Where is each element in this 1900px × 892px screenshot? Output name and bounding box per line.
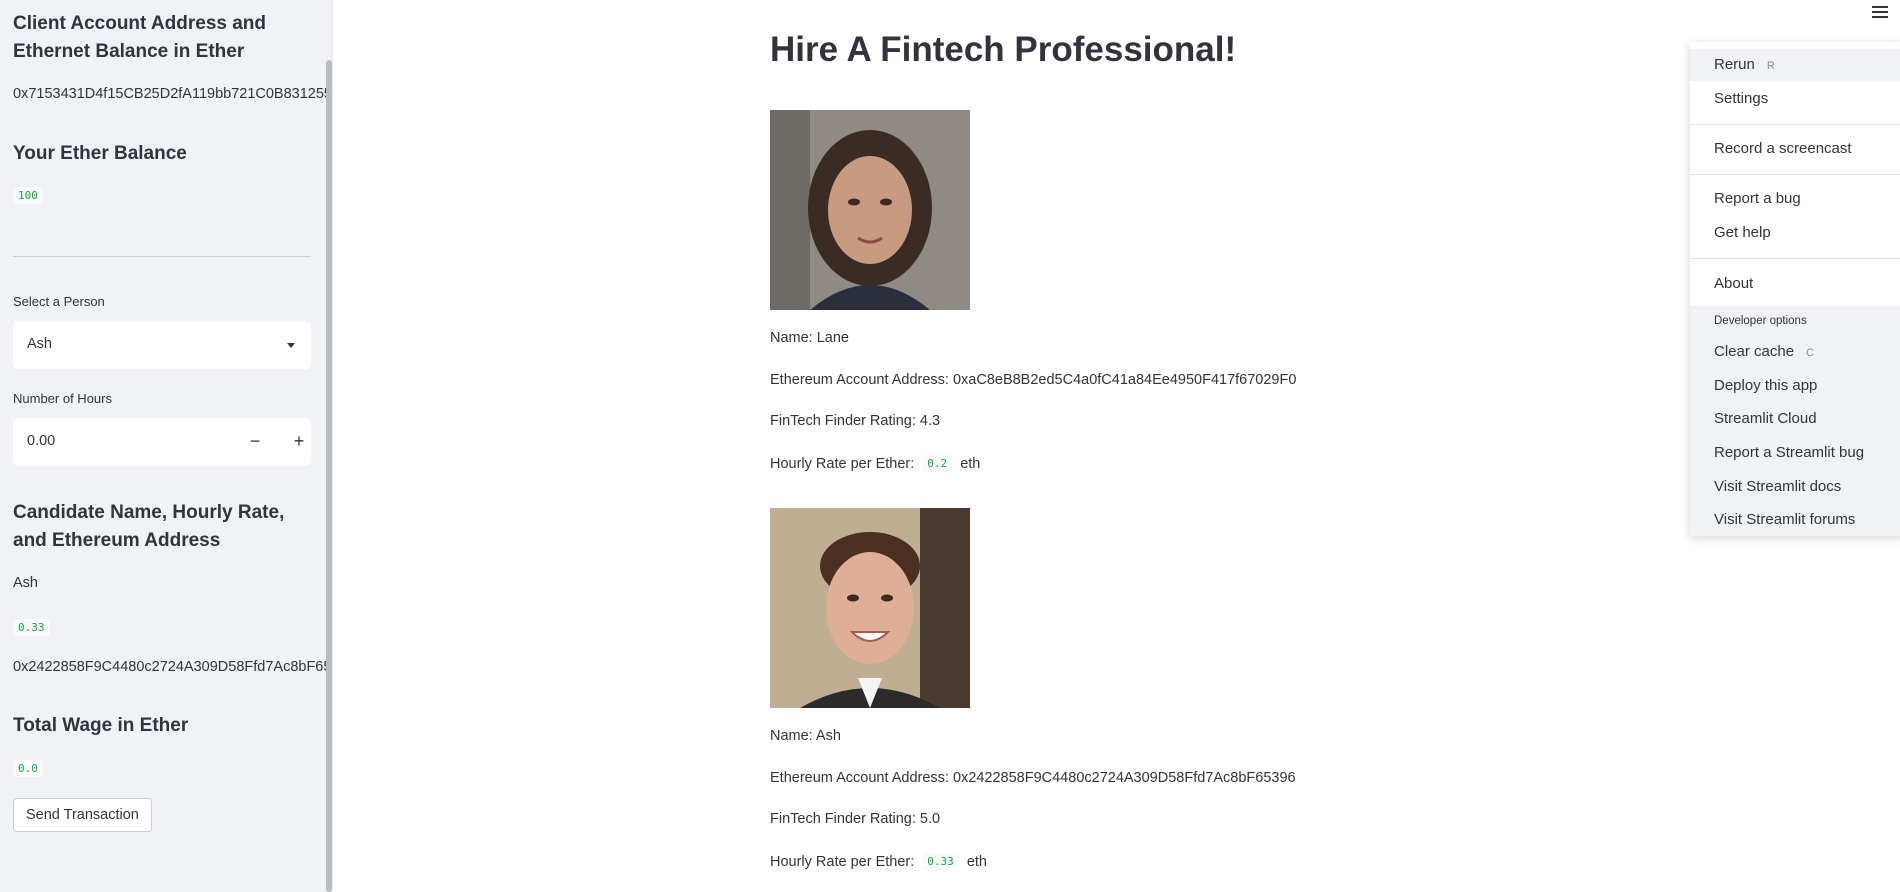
total-wage-wrap: 0.0 bbox=[13, 759, 43, 777]
total-wage-value: 0.0 bbox=[13, 760, 43, 777]
candidate-address: 0x2422858F9C4480c2724A309D58Ffd7Ac8bF653… bbox=[13, 659, 333, 675]
send-transaction-button[interactable]: Send Transaction bbox=[13, 798, 152, 832]
sidebar: Client Account Address and Ethernet Bala… bbox=[0, 0, 333, 892]
menu-item-about[interactable]: About bbox=[1690, 268, 1900, 300]
app-root: Client Account Address and Ethernet Bala… bbox=[0, 0, 1900, 892]
candidate-name-lane: Name: Lane bbox=[770, 330, 849, 346]
candidate-name: Ash bbox=[13, 575, 38, 591]
page-title: Hire A Fintech Professional! bbox=[770, 30, 1237, 69]
shortcut-key: R bbox=[1766, 60, 1775, 72]
sidebar-scrollbar[interactable] bbox=[326, 60, 332, 892]
candidate-heading: Candidate Name, Hourly Rate, and Ethereu… bbox=[13, 502, 285, 551]
rate-prefix: Hourly Rate per Ether: bbox=[770, 456, 915, 472]
chevron-down-icon bbox=[287, 343, 295, 348]
developer-options-caption: Developer options bbox=[1714, 315, 1807, 327]
shortcut-key: C bbox=[1806, 347, 1814, 359]
balance-heading: Your Ether Balance bbox=[13, 143, 187, 164]
menu-item-forums[interactable]: Visit Streamlit forums bbox=[1690, 504, 1900, 536]
rate-value: 0.33 bbox=[922, 853, 959, 870]
candidate-name-ash: Name: Ash bbox=[770, 728, 841, 744]
main-menu-dropdown: Rerun R Settings Record a screencast Repo… bbox=[1690, 42, 1900, 536]
decrement-button[interactable]: − bbox=[243, 430, 267, 454]
candidate-address-ash: Ethereum Account Address: 0x2422858F9C44… bbox=[770, 770, 1296, 786]
menu-item-label: Clear cache bbox=[1714, 343, 1795, 360]
candidate-rate-row-ash: Hourly Rate per Ether: 0.33 eth bbox=[770, 853, 987, 870]
select-person-dropdown[interactable]: Ash bbox=[13, 321, 311, 369]
menu-item-streamlit-cloud[interactable]: Streamlit Cloud bbox=[1690, 403, 1900, 435]
rate-prefix: Hourly Rate per Ether: bbox=[770, 854, 915, 870]
balance-value-wrap: 100 bbox=[13, 186, 43, 204]
sidebar-divider bbox=[13, 256, 311, 257]
menu-item-get-help[interactable]: Get help bbox=[1690, 217, 1900, 249]
select-person-value: Ash bbox=[27, 336, 52, 352]
candidate-rate: 0.33 bbox=[13, 619, 50, 636]
menu-item-report-bug[interactable]: Report a bug bbox=[1690, 183, 1900, 215]
menu-divider bbox=[1690, 174, 1900, 175]
candidate-address-lane: Ethereum Account Address: 0xaC8eB8B2ed5C… bbox=[770, 372, 1297, 388]
menu-item-clear-cache[interactable]: Clear cache C bbox=[1690, 336, 1900, 368]
candidate-rating-ash: FinTech Finder Rating: 5.0 bbox=[770, 811, 941, 827]
menu-item-label: Rerun bbox=[1714, 56, 1755, 73]
total-wage-heading: Total Wage in Ether bbox=[13, 715, 189, 736]
client-account-heading: Client Account Address and Ethernet Bala… bbox=[13, 13, 267, 62]
candidate-rate-wrap: 0.33 bbox=[13, 618, 50, 636]
hours-value[interactable]: 0.00 bbox=[27, 433, 55, 449]
candidate-rate-row-lane: Hourly Rate per Ether: 0.2 eth bbox=[770, 455, 980, 472]
rate-suffix: eth bbox=[966, 854, 987, 870]
menu-item-deploy[interactable]: Deploy this app bbox=[1690, 370, 1900, 402]
rate-value: 0.2 bbox=[922, 455, 953, 472]
menu-item-rerun[interactable]: Rerun R bbox=[1690, 49, 1900, 81]
candidate-photo-lane bbox=[770, 110, 970, 310]
client-address: 0x7153431D4f15CB25D2fA119bb721C0B831255 bbox=[13, 86, 332, 102]
increment-button[interactable]: + bbox=[287, 430, 311, 454]
rate-suffix: eth bbox=[960, 456, 981, 472]
menu-item-settings[interactable]: Settings bbox=[1690, 83, 1900, 115]
hours-number-input[interactable]: 0.00 − + bbox=[13, 418, 311, 466]
select-person-label: Select a Person bbox=[13, 294, 105, 309]
candidate-rating-lane: FinTech Finder Rating: 4.3 bbox=[770, 413, 941, 429]
menu-divider bbox=[1690, 258, 1900, 259]
menu-item-record[interactable]: Record a screencast bbox=[1690, 133, 1900, 165]
menu-divider bbox=[1690, 124, 1900, 125]
balance-value: 100 bbox=[13, 187, 43, 204]
menu-item-docs[interactable]: Visit Streamlit docs bbox=[1690, 471, 1900, 503]
hours-label: Number of Hours bbox=[13, 391, 112, 406]
hamburger-menu-icon[interactable] bbox=[1872, 6, 1888, 20]
candidate-photo-ash bbox=[770, 508, 970, 708]
menu-item-report-streamlit-bug[interactable]: Report a Streamlit bug bbox=[1690, 437, 1900, 469]
